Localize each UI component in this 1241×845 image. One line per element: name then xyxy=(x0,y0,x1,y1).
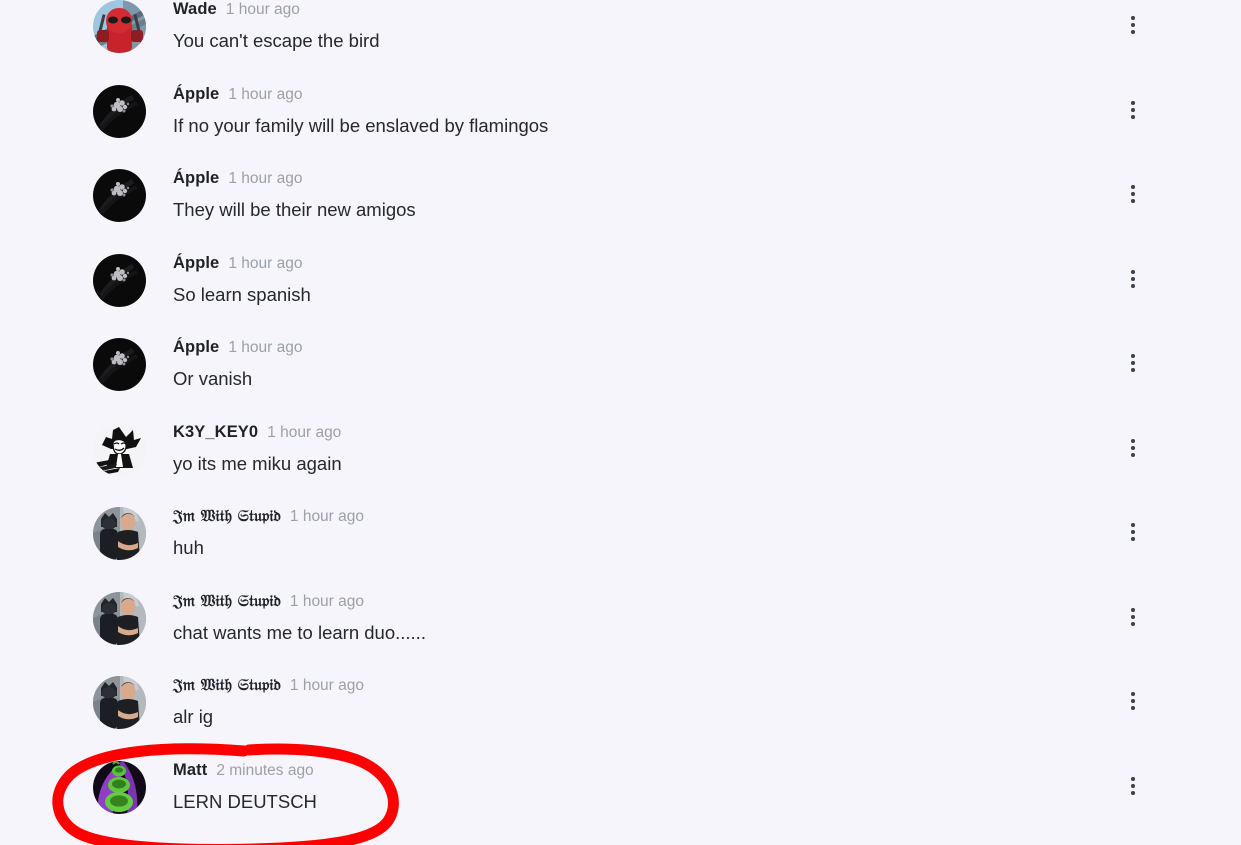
comment-author[interactable]: K3Y_KEY0 xyxy=(173,420,258,444)
comment-author[interactable]: 𝔍𝔪 𝔚𝔦𝔱𝔥 𝔖𝔱𝔲𝔭𝔦𝔡 xyxy=(173,673,281,697)
comment-timestamp: 1 hour ago xyxy=(228,254,303,272)
more-options-icon[interactable] xyxy=(1122,99,1144,121)
comment-meta: Ápple 1 hour ago xyxy=(173,166,1121,190)
dark-smudge-avatar[interactable] xyxy=(93,254,146,307)
comment-body: Ápple 1 hour ago If no your family will be… xyxy=(173,82,1121,138)
comment-meta: 𝔍𝔪 𝔚𝔦𝔱𝔥 𝔖𝔱𝔲𝔭𝔦𝔡 1 hour ago xyxy=(173,504,1121,528)
comment-row[interactable]: 𝔍𝔪 𝔚𝔦𝔱𝔥 𝔖𝔱𝔲𝔭𝔦𝔡 1 hour ago alr ig xyxy=(0,673,1241,757)
comment-message: Or vanish xyxy=(173,368,253,389)
comment-message: They will be their new amigos xyxy=(173,199,416,220)
comment-row[interactable]: Matt 2 minutes ago LERN DEUTSCH xyxy=(0,758,1241,842)
comment-author[interactable]: Ápple xyxy=(173,251,219,275)
comment-row[interactable]: Ápple 1 hour ago They will be their new am… xyxy=(0,166,1241,250)
more-options-icon[interactable] xyxy=(1122,775,1144,797)
comment-author[interactable]: Ápple xyxy=(173,82,219,106)
comment-timestamp: 1 hour ago xyxy=(289,592,365,610)
comment-meta: 𝔍𝔪 𝔚𝔦𝔱𝔥 𝔖𝔱𝔲𝔭𝔦𝔡 1 hour ago xyxy=(173,589,1121,613)
comment-timestamp: 1 hour ago xyxy=(228,339,303,356)
comment-row[interactable]: Ápple 1 hour ago Or vanish xyxy=(0,335,1241,419)
dark-smudge-avatar[interactable] xyxy=(93,169,146,222)
more-options-icon[interactable] xyxy=(1122,690,1144,712)
comment-list[interactable]: Wade 1 hour ago You can't escape the bird Á… xyxy=(0,0,1241,830)
comment-meta: K3Y_KEY0 1 hour ago xyxy=(173,420,1121,444)
comment-row[interactable]: K3Y_KEY0 1 hour ago yo its me miku again xyxy=(0,420,1241,504)
comment-author[interactable]: Ápple xyxy=(173,166,219,190)
comment-meta: Ápple 1 hour ago xyxy=(173,82,1121,106)
comment-body: Ápple 1 hour ago Or vanish xyxy=(173,335,1121,391)
batman-photo-avatar[interactable] xyxy=(93,507,146,560)
cartoon-sketch-avatar[interactable] xyxy=(93,422,146,476)
comment-message: alr ig xyxy=(173,706,214,727)
comment-body: Matt 2 minutes ago LERN DEUTSCH xyxy=(173,758,1121,814)
comment-author[interactable]: Ápple xyxy=(173,335,219,359)
comment-author[interactable]: 𝔍𝔪 𝔚𝔦𝔱𝔥 𝔖𝔱𝔲𝔭𝔦𝔡 xyxy=(173,504,281,528)
comment-timestamp: 1 hour ago xyxy=(267,423,342,441)
comment-row[interactable]: 𝔍𝔪 𝔚𝔦𝔱𝔥 𝔖𝔱𝔲𝔭𝔦𝔡 1 hour ago chat wants me to… xyxy=(0,589,1241,673)
comment-message: So learn spanish xyxy=(173,283,311,305)
comment-timestamp: 1 hour ago xyxy=(225,1,300,18)
comment-message: LERN DEUTSCH xyxy=(173,790,317,812)
comment-timestamp: 2 minutes ago xyxy=(216,761,314,779)
dark-smudge-avatar[interactable] xyxy=(93,85,146,138)
comment-row[interactable]: 𝔍𝔪 𝔚𝔦𝔱𝔥 𝔖𝔱𝔲𝔭𝔦𝔡 1 hour ago huh xyxy=(0,504,1241,588)
comment-body: Ápple 1 hour ago They will be their new am… xyxy=(173,166,1121,222)
comment-meta: 𝔍𝔪 𝔚𝔦𝔱𝔥 𝔖𝔱𝔲𝔭𝔦𝔡 1 hour ago xyxy=(173,673,1121,697)
deadpool-avatar[interactable] xyxy=(93,0,146,53)
more-options-icon[interactable] xyxy=(1122,521,1144,543)
comment-row[interactable]: Ápple 1 hour ago If no your family will be… xyxy=(0,82,1241,166)
comment-timestamp: 1 hour ago xyxy=(289,508,365,525)
more-options-icon[interactable] xyxy=(1122,14,1144,36)
comment-timestamp: 1 hour ago xyxy=(228,85,303,103)
batman-photo-avatar[interactable] xyxy=(93,676,146,729)
comment-body: Ápple 1 hour ago So learn spanish xyxy=(173,251,1121,307)
purple-green-creature-avatar[interactable] xyxy=(93,760,146,814)
comment-message: huh xyxy=(173,537,204,558)
comment-body: 𝔍𝔪 𝔚𝔦𝔱𝔥 𝔖𝔱𝔲𝔭𝔦𝔡 1 hour ago huh xyxy=(173,504,1121,560)
comment-meta: Wade 1 hour ago xyxy=(173,0,1121,21)
batman-photo-avatar[interactable] xyxy=(93,591,146,645)
comment-body: Wade 1 hour ago You can't escape the bird xyxy=(173,0,1121,53)
comment-row[interactable]: Wade 1 hour ago You can't escape the bird xyxy=(0,0,1241,81)
comment-author[interactable]: Wade xyxy=(173,0,217,21)
more-options-icon[interactable] xyxy=(1122,606,1144,628)
comment-author[interactable]: 𝔍𝔪 𝔚𝔦𝔱𝔥 𝔖𝔱𝔲𝔭𝔦𝔡 xyxy=(173,589,281,613)
more-options-icon[interactable] xyxy=(1122,268,1144,290)
comment-meta: Ápple 1 hour ago xyxy=(173,251,1121,275)
comment-body: K3Y_KEY0 1 hour ago yo its me miku again xyxy=(173,420,1121,476)
comment-message: chat wants me to learn duo...... xyxy=(173,621,426,643)
comment-message: If no your family will be enslaved by fl… xyxy=(173,114,549,136)
comment-meta: Matt 2 minutes ago xyxy=(173,758,1121,782)
comment-timestamp: 1 hour ago xyxy=(289,677,365,694)
comment-message: yo its me miku again xyxy=(173,452,342,474)
comment-row[interactable]: Ápple 1 hour ago So learn spanish xyxy=(0,251,1241,335)
comment-body: 𝔍𝔪 𝔚𝔦𝔱𝔥 𝔖𝔱𝔲𝔭𝔦𝔡 1 hour ago chat wants me to… xyxy=(173,589,1121,645)
more-options-icon[interactable] xyxy=(1122,437,1144,459)
more-options-icon[interactable] xyxy=(1122,352,1144,374)
comment-author[interactable]: Matt xyxy=(173,758,207,782)
comment-meta: Ápple 1 hour ago xyxy=(173,335,1121,359)
dark-smudge-avatar[interactable] xyxy=(93,338,146,391)
more-options-icon[interactable] xyxy=(1122,183,1144,205)
comment-message: You can't escape the bird xyxy=(173,30,380,51)
comment-timestamp: 1 hour ago xyxy=(228,170,303,187)
comment-body: 𝔍𝔪 𝔚𝔦𝔱𝔥 𝔖𝔱𝔲𝔭𝔦𝔡 1 hour ago alr ig xyxy=(173,673,1121,729)
